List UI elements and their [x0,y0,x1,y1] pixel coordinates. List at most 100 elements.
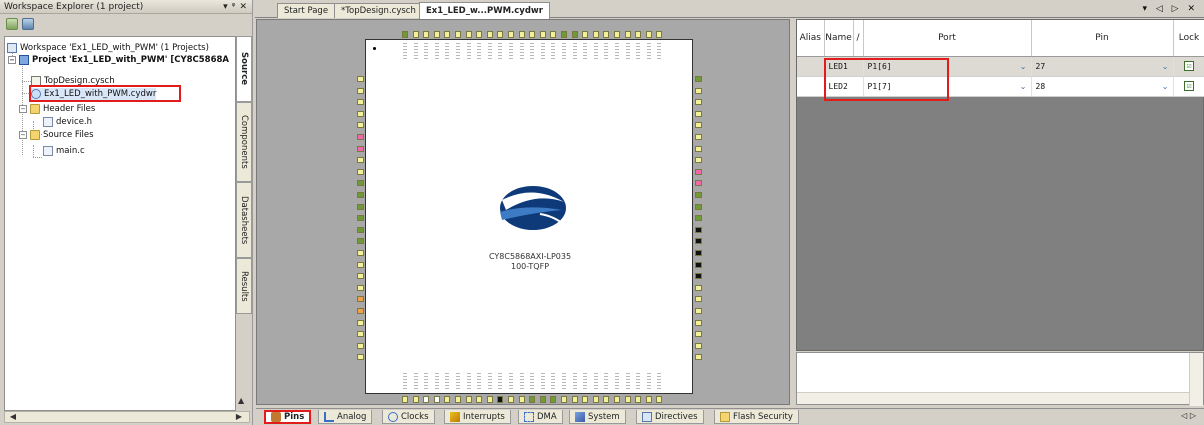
chip-pin-top[interactable] [645,31,652,38]
chip-pin-left[interactable] [357,122,364,129]
chip-pin-left[interactable] [357,296,364,303]
chip-pin-bottom[interactable] [465,396,472,403]
chip-pin-top[interactable] [614,31,620,38]
chip-pin-right[interactable] [695,354,702,361]
chip-pin-top[interactable] [539,31,546,38]
refresh-icon[interactable] [22,17,34,30]
chip-pin-right[interactable] [695,215,702,222]
tab-dma[interactable]: DMA [518,410,563,424]
chip-pin-bottom[interactable] [497,396,504,403]
chip-pin-right[interactable] [695,87,702,94]
pin-layout-canvas[interactable]: CY8C5868AXI-LP035 100-TQFP [256,19,790,405]
chip-pin-bottom[interactable] [486,396,493,403]
chip-pin-right[interactable] [695,122,702,129]
pin-panel-icon[interactable]: ᵠ [232,2,236,12]
chip-pin-left[interactable] [357,99,364,106]
chip-pin-left[interactable] [357,134,364,140]
lock-checkbox[interactable]: ☑ [1184,81,1194,91]
chip-pin-bottom[interactable] [508,396,514,403]
column-header-name[interactable]: Name [824,20,854,57]
chip-pin-right[interactable] [695,134,702,140]
chip-pin-right[interactable] [695,180,702,187]
chip-pin-bottom[interactable] [561,396,567,403]
chip-pin-right[interactable] [695,145,702,152]
scroll-right-icon[interactable]: ▶ [233,412,245,422]
chip-pin-right[interactable] [695,192,702,198]
chip-pin-left[interactable] [357,192,364,198]
chip-pin-left[interactable] [357,354,364,361]
chip-pin-top[interactable] [635,31,642,38]
chip-pin-bottom[interactable] [412,396,419,403]
chip-pin-left[interactable] [357,331,364,338]
chip-pin-left[interactable] [357,145,364,152]
chip-pin-right[interactable] [695,261,702,268]
chip-pin-top[interactable] [656,31,663,38]
tab-directives[interactable]: Directives [636,410,704,424]
chip-pin-right[interactable] [695,99,702,106]
chip-pin-top[interactable] [603,31,610,38]
chip-pin-top[interactable] [561,31,567,38]
collapse-icon[interactable]: − [19,131,27,139]
tree-item-device-h[interactable]: device.h [43,116,92,128]
tab-cydwr[interactable]: Ex1_LED_w...PWM.cydwr [419,2,550,19]
column-header-pin[interactable]: Pin [1031,20,1174,57]
chip-pin-bottom[interactable] [444,396,451,403]
table-row[interactable]: LED2 P1[7] ⌄ 28 ⌄ ☑ [797,76,1204,97]
chip-pin-top[interactable] [571,31,578,38]
chip-pin-left[interactable] [357,215,364,222]
chip-pin-top[interactable] [412,31,419,38]
chip-pin-top[interactable] [592,31,599,38]
tree-item-project[interactable]: − Project 'Ex1_LED_with_PWM' [CY8C5868A [8,54,229,66]
chip-pin-top[interactable] [402,31,408,38]
pin-cell[interactable]: 27 ⌄ [1031,56,1174,77]
chip-pin-top[interactable] [550,31,557,38]
chip-pin-top[interactable] [465,31,472,38]
chip-pin-right[interactable] [695,157,702,164]
chip-pin-left[interactable] [357,157,364,164]
chip-pin-right[interactable] [695,273,702,280]
tab-clocks[interactable]: Clocks [382,410,435,424]
chip-pin-right[interactable] [695,331,702,338]
chip-pin-left[interactable] [357,284,364,291]
lock-checkbox[interactable]: ☑ [1184,61,1194,71]
tab-topdesign[interactable]: *TopDesign.cysch [334,3,423,18]
tree-item-workspace[interactable]: Workspace 'Ex1_LED_with_PWM' (1 Projects… [7,42,209,54]
chip-pin-left[interactable] [357,319,364,326]
scroll-up-icon[interactable]: ▲ [238,396,244,405]
chip-pin-bottom[interactable] [645,396,652,403]
chip-pin-left[interactable] [357,238,364,245]
chip-pin-bottom[interactable] [529,396,536,403]
tab-scroll-arrows[interactable]: ◁ ▷ [1181,411,1196,420]
chip-pin-bottom[interactable] [476,396,483,403]
chip-pin-left[interactable] [357,203,364,210]
chip-pin-top[interactable] [497,31,504,38]
chip-pin-right[interactable] [695,319,702,326]
tab-datasheets[interactable]: Datasheets [236,182,252,258]
sort-indicator[interactable]: / [853,20,864,57]
alias-cell[interactable] [797,76,825,97]
close-icon[interactable]: ✕ [239,2,247,12]
chip-pin-left[interactable] [357,168,364,175]
chip-pin-top[interactable] [518,31,525,38]
scroll-left-icon[interactable]: ◀ [7,412,19,422]
chip-pin-top[interactable] [486,31,493,38]
chip-pin-bottom[interactable] [433,396,440,403]
chip-pin-right[interactable] [695,76,702,82]
tree-item-header-files[interactable]: − Header Files [19,103,95,115]
chip-pin-bottom[interactable] [518,396,525,403]
name-cell[interactable]: LED1 [824,56,864,77]
chevron-down-icon[interactable]: ⌄ [1162,82,1169,91]
chip-pin-right[interactable] [695,342,702,349]
chip-pin-right[interactable] [695,203,702,210]
chip-pin-right[interactable] [695,168,702,175]
chip-pin-top[interactable] [433,31,440,38]
lock-cell[interactable]: ☑ [1173,56,1204,77]
chevron-down-icon[interactable]: ⌄ [1020,62,1027,71]
table-row[interactable]: LED1 P1[6] ⌄ 27 ⌄ ☑ [797,56,1204,77]
chip-pin-bottom[interactable] [402,396,408,403]
tab-flash-security[interactable]: Flash Security [714,410,799,424]
chip-pin-bottom[interactable] [592,396,599,403]
tab-source[interactable]: Source [236,36,252,102]
alias-cell[interactable] [797,56,825,77]
chip-pin-right[interactable] [695,110,702,117]
